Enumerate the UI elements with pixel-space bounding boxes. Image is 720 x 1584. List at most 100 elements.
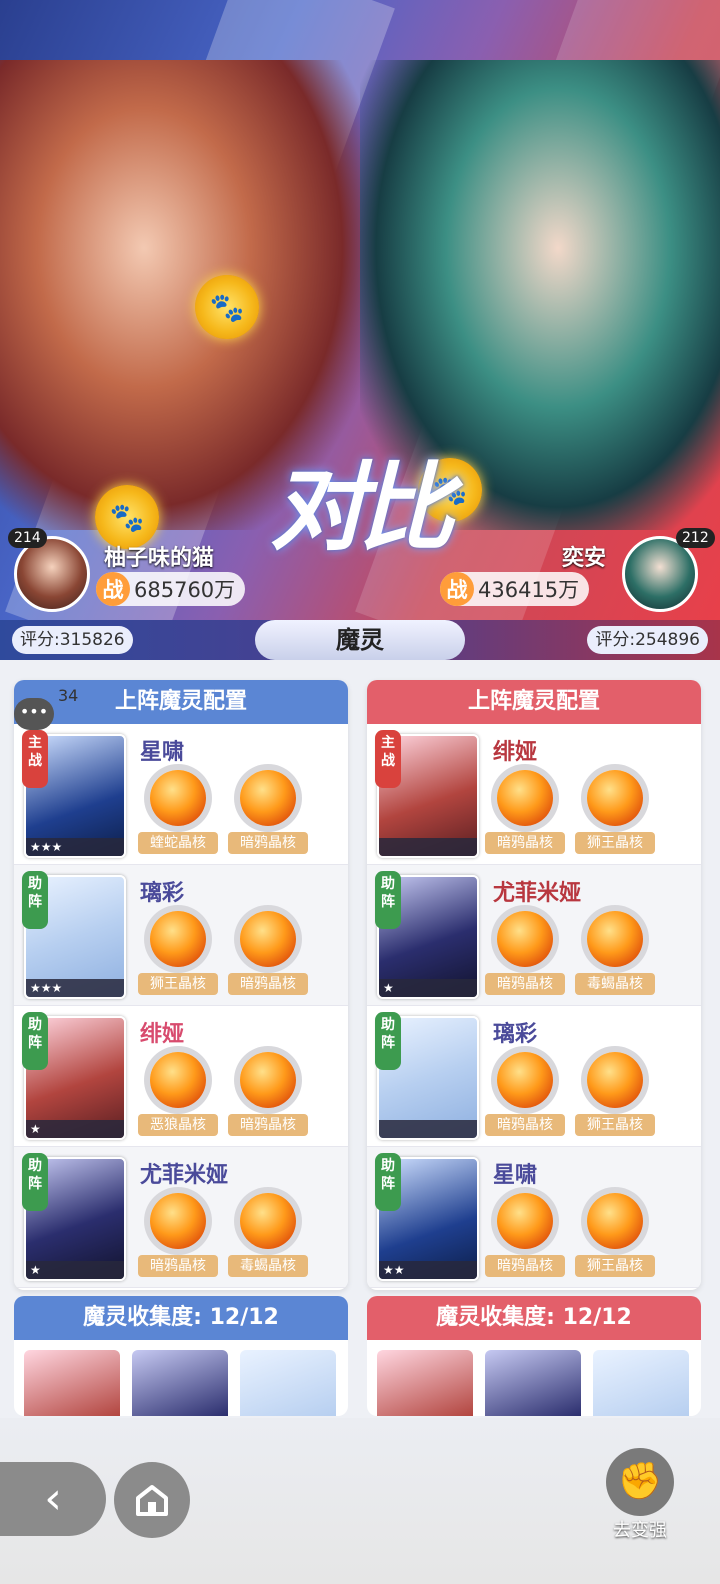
collection-thumb[interactable] [132, 1350, 228, 1416]
monster-name: 星啸 [140, 740, 185, 765]
star-rating [379, 1120, 477, 1138]
collection-thumb[interactable] [377, 1350, 473, 1416]
star-rating: ★ [379, 979, 477, 997]
core-slot[interactable]: 狮王晶核 [575, 1052, 655, 1136]
fist-icon: ✊ [606, 1448, 674, 1516]
core-slot[interactable]: 蝰蛇晶核 [138, 770, 218, 854]
collection-thumb[interactable] [240, 1350, 336, 1416]
core-slot[interactable]: 恶狼晶核 [138, 1052, 218, 1136]
left-power-value: 685760万 [134, 578, 236, 602]
core-orb-icon [240, 1052, 296, 1108]
right-power-value: 436415万 [478, 578, 580, 602]
tab-moling[interactable]: 魔灵 [255, 620, 465, 660]
chat-button[interactable]: ••• 34 [8, 686, 78, 734]
core-slot[interactable]: 暗鸦晶核 [138, 1193, 218, 1277]
core-orb-icon [587, 1193, 643, 1249]
core-orb-icon [150, 1193, 206, 1249]
core-label: 暗鸦晶核 [485, 973, 565, 995]
core-orb-icon [587, 770, 643, 826]
role-badge: 助阵 [22, 1153, 48, 1211]
core-label: 暗鸦晶核 [485, 832, 565, 854]
star-rating: ★★★ [26, 838, 124, 856]
core-slot[interactable]: 暗鸦晶核 [228, 770, 308, 854]
left-player-info: 214 柚子味的猫 战 685760万 [0, 528, 320, 612]
role-badge: 主战 [22, 730, 48, 788]
star-rating [379, 838, 477, 856]
right-score: 评分:254896 [587, 626, 708, 654]
lineup-slot[interactable]: ★★★ 助阵 璃彩 狮王晶核 暗鸦晶核 [14, 865, 348, 1006]
core-orb-icon [150, 911, 206, 967]
core-slot[interactable]: 狮王晶核 [575, 770, 655, 854]
chat-count: 34 [58, 686, 79, 705]
core-label: 暗鸦晶核 [138, 1255, 218, 1277]
star-rating: ★★ [379, 1261, 477, 1279]
get-stronger-button[interactable]: ✊ 去变强 [600, 1448, 680, 1558]
bottom-bar: ‹ ✊ 去变强 [0, 1418, 720, 1584]
back-button[interactable]: ‹ [0, 1462, 106, 1536]
monster-name: 尤菲米娅 [493, 881, 582, 906]
collection-thumb[interactable] [485, 1350, 581, 1416]
left-collection-title: 魔灵收集度: 12/12 [14, 1296, 348, 1340]
core-slot[interactable]: 暗鸦晶核 [228, 1052, 308, 1136]
left-collection-panel: 魔灵收集度: 12/12 [14, 1296, 348, 1416]
core-orb-icon [240, 911, 296, 967]
home-icon [136, 1485, 168, 1516]
monster-name: 绯娅 [140, 1022, 185, 1047]
core-label: 蝰蛇晶核 [138, 832, 218, 854]
core-slot[interactable]: 毒蝎晶核 [575, 911, 655, 995]
core-slot[interactable]: 狮王晶核 [575, 1193, 655, 1277]
role-badge: 助阵 [375, 1012, 401, 1070]
right-collection-panel: 魔灵收集度: 12/12 [367, 1296, 701, 1416]
core-slot[interactable]: 暗鸦晶核 [485, 1193, 565, 1277]
core-label: 狮王晶核 [138, 973, 218, 995]
role-badge: 助阵 [375, 871, 401, 929]
monster-name: 绯娅 [493, 740, 538, 765]
monster-name: 璃彩 [493, 1022, 538, 1047]
lineup-slot[interactable]: ★★ 助阵 星啸 暗鸦晶核 狮王晶核 [367, 1147, 701, 1288]
star-rating: ★★★ [26, 979, 124, 997]
star-rating: ★ [26, 1261, 124, 1279]
role-badge: 主战 [375, 730, 401, 788]
core-slot[interactable]: 毒蝎晶核 [228, 1193, 308, 1277]
lineup-slot[interactable]: ★★★ 主战 星啸 蝰蛇晶核 暗鸦晶核 [14, 724, 348, 865]
lineup-slot[interactable]: 助阵 璃彩 暗鸦晶核 狮王晶核 [367, 1006, 701, 1147]
core-slot[interactable]: 暗鸦晶核 [228, 911, 308, 995]
core-orb-icon [497, 1052, 553, 1108]
core-slot[interactable]: 暗鸦晶核 [485, 770, 565, 854]
core-orb-icon [240, 1193, 296, 1249]
right-player-level: 212 [676, 528, 715, 548]
core-label: 暗鸦晶核 [485, 1114, 565, 1136]
monster-name: 星啸 [493, 1163, 538, 1188]
core-label: 暗鸦晶核 [228, 973, 308, 995]
monster-name: 璃彩 [140, 881, 185, 906]
lineup-slot[interactable]: 主战 绯娅 暗鸦晶核 狮王晶核 [367, 724, 701, 865]
core-label: 狮王晶核 [575, 832, 655, 854]
core-orb-icon [240, 770, 296, 826]
left-lineup-panel: 上阵魔灵配置 ★★★ 主战 星啸 蝰蛇晶核 暗鸦晶核 ★★★ 助阵 璃彩 狮王晶… [14, 680, 348, 1290]
right-player-info: 212 奕安 战 436415万 [400, 528, 720, 612]
lineup-slot[interactable]: ★ 助阵 绯娅 恶狼晶核 暗鸦晶核 [14, 1006, 348, 1147]
core-orb-icon [497, 911, 553, 967]
core-slot[interactable]: 暗鸦晶核 [485, 1052, 565, 1136]
core-slot[interactable]: 暗鸦晶核 [485, 911, 565, 995]
power-icon: 战 [440, 572, 474, 606]
paw-icon: 🐾 [195, 275, 259, 339]
core-slot[interactable]: 狮王晶核 [138, 911, 218, 995]
lineup-slot[interactable]: ★ 助阵 尤菲米娅 暗鸦晶核 毒蝎晶核 [367, 865, 701, 1006]
collection-thumb[interactable] [593, 1350, 689, 1416]
collection-thumb[interactable] [24, 1350, 120, 1416]
right-player-power: 战 436415万 [440, 572, 590, 606]
core-label: 暗鸦晶核 [228, 832, 308, 854]
core-label: 狮王晶核 [575, 1114, 655, 1136]
lineup-slot[interactable]: ★ 助阵 尤菲米娅 暗鸦晶核 毒蝎晶核 [14, 1147, 348, 1288]
left-player-name: 柚子味的猫 [104, 546, 215, 571]
home-button[interactable] [114, 1462, 190, 1538]
role-badge: 助阵 [375, 1153, 401, 1211]
chat-icon: ••• [14, 698, 54, 730]
right-collection-title: 魔灵收集度: 12/12 [367, 1296, 701, 1340]
score-bar: 评分:315826 魔灵 评分:254896 [0, 620, 720, 660]
core-orb-icon [150, 770, 206, 826]
get-stronger-label: 去变强 [613, 1520, 667, 1541]
core-orb-icon [587, 1052, 643, 1108]
role-badge: 助阵 [22, 871, 48, 929]
